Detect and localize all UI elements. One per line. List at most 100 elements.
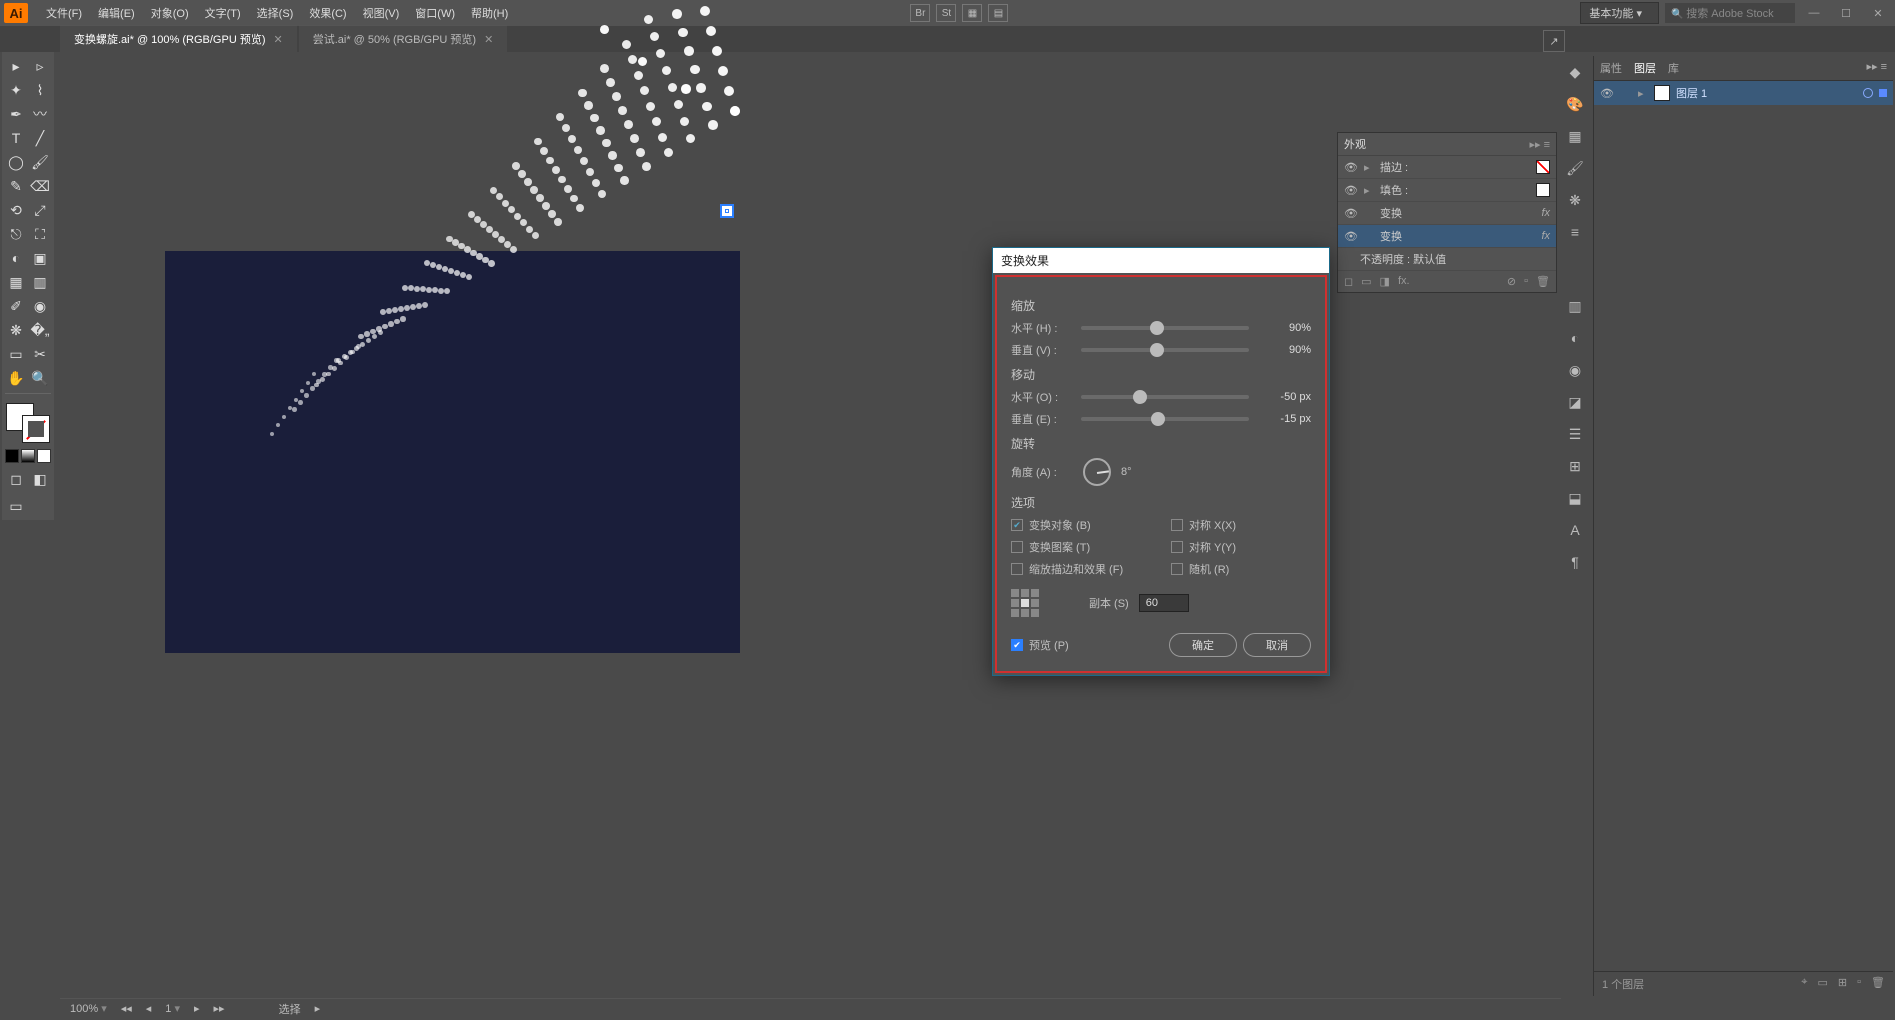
fill-swatch-icon[interactable] [1536,183,1550,197]
graphic-styles-icon[interactable]: ◪ [1565,392,1585,412]
grid-icon[interactable]: ▤ [988,4,1008,22]
symbol-sprayer-tool[interactable]: ❋ [5,319,27,341]
new-sublayer-icon[interactable]: ⊞ [1838,976,1847,992]
add-stroke-icon[interactable]: ▭ [1361,275,1371,288]
zoom-level[interactable]: 100% [70,1002,107,1015]
menu-type[interactable]: 文字(T) [197,1,249,25]
close-icon[interactable]: ✕ [273,33,282,46]
cancel-button[interactable]: 取消 [1243,633,1311,657]
workspace-switcher[interactable]: 基本功能 ▾ [1580,2,1659,24]
status-menu-icon[interactable]: ▸ [315,1002,321,1015]
draw-normal-icon[interactable]: ◻ [5,468,27,490]
window-minimize[interactable]: — [1801,7,1827,19]
visibility-icon[interactable]: 👁 [1344,207,1358,220]
appearance-row-stroke[interactable]: 👁 ▸ 描边 : [1338,156,1556,179]
arrange-icon[interactable]: ▦ [962,4,982,22]
add-effect-icon[interactable]: fx. [1398,275,1410,288]
lasso-tool[interactable]: ⌇ [29,79,51,101]
chk-random[interactable]: 随机 (R) [1171,561,1311,577]
pen-tool[interactable]: ✒ [5,103,27,125]
make-clip-icon[interactable]: ▭ [1818,976,1828,992]
scale-v-slider[interactable] [1081,348,1249,352]
duplicate-icon[interactable]: ▫ [1524,275,1528,288]
artboard-nav-back[interactable]: ◂ [146,1002,152,1015]
tab-libraries[interactable]: 库 [1668,60,1679,76]
panel-menu-icon[interactable]: ▸▸ ≡ [1529,138,1550,151]
close-icon[interactable]: ✕ [484,33,493,46]
appearance-row-opacity[interactable]: 不透明度 : 默认值 [1338,248,1556,271]
stroke-icon[interactable]: ≡ [1565,222,1585,242]
arrange-documents-icon[interactable]: ↗ [1543,30,1565,52]
chevron-right-icon[interactable]: ▸ [1364,184,1374,197]
tab-layers[interactable]: 图层 [1634,60,1656,76]
brushes-icon[interactable]: 🖌 [1565,158,1585,178]
gradient-tool[interactable]: ▥ [29,271,51,293]
appearance-row-transform-1[interactable]: 👁 变换 fx [1338,202,1556,225]
window-maximize[interactable]: ☐ [1833,7,1859,20]
magic-wand-tool[interactable]: ✦ [5,79,27,101]
swatches-icon[interactable]: ▦ [1565,126,1585,146]
artboard-nav-fwd[interactable]: ▸ [194,1002,200,1015]
canvas[interactable] [60,56,1561,996]
menu-select[interactable]: 选择(S) [249,1,302,25]
menu-view[interactable]: 视图(V) [355,1,408,25]
none-mode-icon[interactable] [37,449,51,463]
angle-dial[interactable] [1083,458,1111,486]
angle-value[interactable]: 8° [1121,466,1132,478]
hand-tool[interactable]: ✋ [5,367,27,389]
screen-mode-icon[interactable]: ▭ [5,495,27,517]
paintbrush-tool[interactable]: 🖌 [29,151,51,173]
copies-input[interactable]: 60 [1139,594,1189,612]
ok-button[interactable]: 确定 [1169,633,1237,657]
tab-properties[interactable]: 属性 [1600,60,1622,76]
appearance-row-fill[interactable]: 👁 ▸ 填色 : [1338,179,1556,202]
add-fill-icon[interactable]: ◨ [1380,275,1390,288]
blend-tool[interactable]: ◉ [29,295,51,317]
zoom-tool[interactable]: 🔍 [29,367,51,389]
direct-selection-tool[interactable]: ▹ [29,55,51,77]
chk-reflect-x[interactable]: 对称 X(X) [1171,517,1311,533]
menu-window[interactable]: 窗口(W) [407,1,463,25]
menu-edit[interactable]: 编辑(E) [90,1,143,25]
transparency-icon[interactable]: ◐ [1565,328,1585,348]
chk-scale-strokes[interactable]: 缩放描边和效果 (F) [1011,561,1151,577]
scale-v-value[interactable]: 90% [1257,344,1311,356]
draw-behind-icon[interactable]: ◧ [29,468,51,490]
move-h-slider[interactable] [1081,395,1249,399]
eraser-tool[interactable]: ⌫ [29,175,51,197]
new-layer-icon[interactable]: ▫ [1857,976,1861,992]
color-icon[interactable]: 🎨 [1565,94,1585,114]
locate-icon[interactable]: ⌖ [1801,976,1807,992]
appearance-row-transform-2[interactable]: 👁 变换 fx [1338,225,1556,248]
chk-transform-patterns[interactable]: 变换图案 (T) [1011,539,1151,555]
selection-tool[interactable]: ▸ [5,55,27,77]
character-icon[interactable]: A [1565,520,1585,540]
layer-name[interactable]: 图层 1 [1676,85,1707,101]
align-icon[interactable]: ☰ [1565,424,1585,444]
visibility-icon[interactable]: 👁 [1600,87,1614,100]
move-v-value[interactable]: -15 px [1257,413,1311,425]
pathfinder-icon[interactable]: ⬓ [1565,488,1585,508]
stroke-swatch-icon[interactable] [1536,160,1550,174]
doc-tab-2[interactable]: 尝试.ai* @ 50% (RGB/GPU 预览) ✕ [299,25,508,52]
transform-icon[interactable]: ⊞ [1565,456,1585,476]
menu-help[interactable]: 帮助(H) [463,1,516,25]
fill-stroke-swatch[interactable] [5,402,51,444]
shaper-tool[interactable]: ✎ [5,175,27,197]
chk-transform-objects[interactable]: 变换对象 (B) [1011,517,1151,533]
scale-h-value[interactable]: 90% [1257,322,1311,334]
new-art-icon[interactable]: ◻ [1344,275,1353,288]
rotate-tool[interactable]: ⟲ [5,199,27,221]
type-tool[interactable]: T [5,127,27,149]
appearance-icon[interactable]: ◉ [1565,360,1585,380]
artboard-nav-next[interactable]: ▸▸ [214,1002,225,1015]
curvature-tool[interactable]: 〰 [29,103,51,125]
mesh-tool[interactable]: ▦ [5,271,27,293]
chk-reflect-y[interactable]: 对称 Y(Y) [1171,539,1311,555]
slice-tool[interactable]: ✂ [29,343,51,365]
bridge-icon[interactable]: Br [910,4,930,22]
chk-preview[interactable]: 预览 (P) [1011,637,1069,653]
free-transform-tool[interactable]: ⛶ [29,223,51,245]
menu-object[interactable]: 对象(O) [143,1,197,25]
chevron-right-icon[interactable]: ▸ [1638,87,1648,100]
